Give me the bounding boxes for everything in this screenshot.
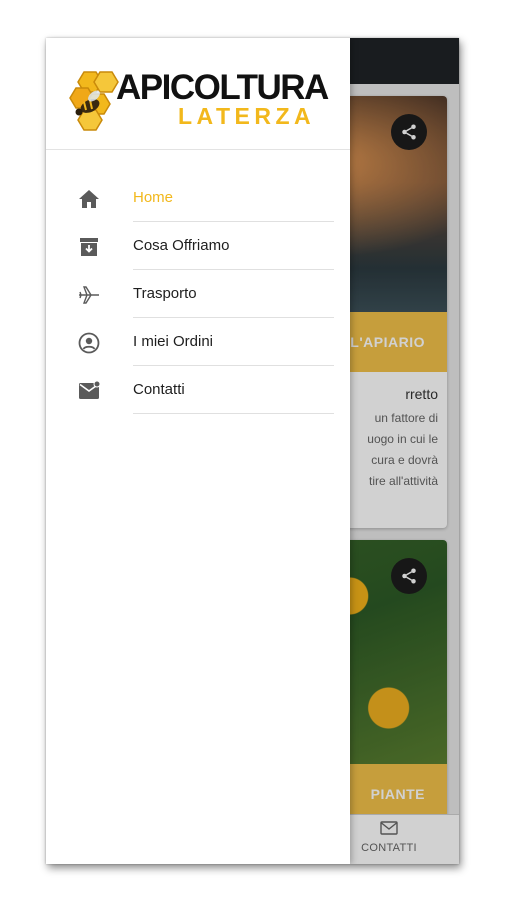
drawer-item-label: Trasporto bbox=[133, 285, 197, 302]
drawer-item-label: Contatti bbox=[133, 381, 185, 398]
drawer-menu: Home Cosa Offriamo Trasporto I miei Ordi… bbox=[46, 174, 350, 414]
drawer-item-label: Home bbox=[133, 189, 174, 206]
drawer-item-i-miei-ordini[interactable]: I miei Ordini bbox=[46, 318, 350, 366]
brand-title: APICOLTURA bbox=[116, 68, 329, 107]
drawer-item-cosa-offriamo[interactable]: Cosa Offriamo bbox=[46, 222, 350, 270]
divider bbox=[133, 413, 334, 414]
drawer-header: APICOLTURA LATERZA bbox=[46, 38, 350, 150]
phone-screen: L'APIARIO rretto un fattore di uogo in c… bbox=[46, 38, 459, 864]
drawer-item-label: Cosa Offriamo bbox=[133, 237, 230, 254]
brand-subtitle: LATERZA bbox=[178, 103, 316, 129]
navigation-drawer: APICOLTURA LATERZA Home Cosa Offriamo Tr… bbox=[46, 38, 350, 864]
drawer-item-contatti[interactable]: Contatti bbox=[46, 366, 350, 414]
mail-icon bbox=[79, 380, 101, 399]
drawer-item-label: I miei Ordini bbox=[133, 333, 214, 350]
account-circle-icon bbox=[78, 332, 100, 354]
drawer-item-home[interactable]: Home bbox=[46, 174, 350, 222]
archive-icon bbox=[80, 238, 98, 256]
airplane-icon bbox=[79, 286, 99, 304]
drawer-item-trasporto[interactable]: Trasporto bbox=[46, 270, 350, 318]
home-icon bbox=[79, 190, 99, 208]
